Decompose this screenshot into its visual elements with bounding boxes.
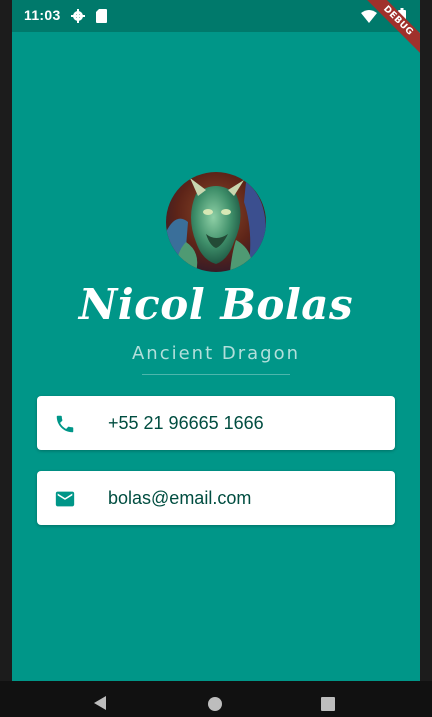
- phone-icon: [56, 415, 74, 433]
- dragon-portrait-image: [166, 172, 266, 272]
- profile-title: Ancient Dragon: [131, 343, 301, 364]
- email-icon: [55, 491, 75, 507]
- sd-card-icon: [96, 9, 107, 23]
- phone-card[interactable]: +55 21 96665 1666: [37, 396, 395, 450]
- divider: [142, 374, 290, 375]
- recents-icon[interactable]: [321, 697, 335, 711]
- gear-icon: [71, 9, 85, 23]
- app-screen: 11:03 DEBUG Nicol Bolas Ancient Dragon +…: [12, 0, 420, 681]
- status-time: 11:03: [24, 7, 61, 23]
- wifi-icon: [361, 10, 377, 23]
- profile-name: Nicol Bolas: [78, 280, 354, 329]
- avatar: [166, 172, 266, 272]
- email-card[interactable]: bolas@email.com: [37, 471, 395, 525]
- home-icon[interactable]: [208, 697, 222, 711]
- phone-number: +55 21 96665 1666: [108, 413, 264, 433]
- status-bar: 11:03: [12, 0, 420, 32]
- back-icon[interactable]: [94, 696, 108, 710]
- email-address: bolas@email.com: [108, 488, 252, 508]
